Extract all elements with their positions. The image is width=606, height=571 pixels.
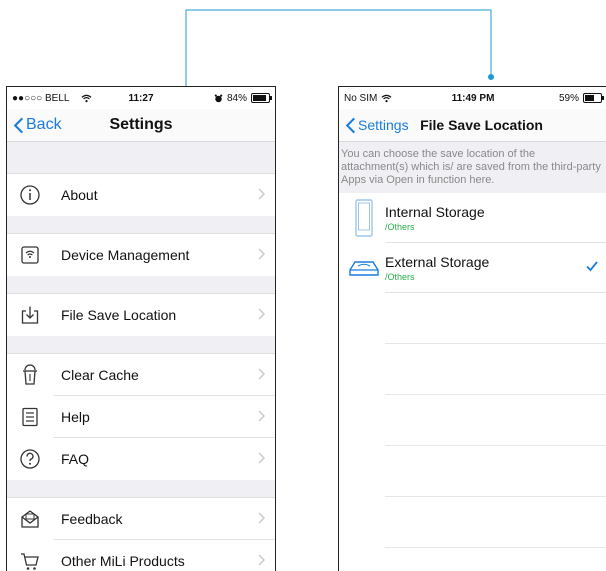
back-button[interactable]: Settings bbox=[339, 117, 409, 134]
info-icon bbox=[20, 185, 40, 205]
phone-icon bbox=[355, 199, 373, 237]
document-icon bbox=[22, 407, 38, 427]
empty-row bbox=[339, 293, 606, 344]
battery-icon bbox=[583, 93, 604, 103]
carrier-label: No SIM bbox=[344, 92, 378, 104]
back-button[interactable]: Back bbox=[7, 116, 62, 134]
checkmark-icon bbox=[586, 261, 598, 272]
settings-row-other-products[interactable]: Other MiLi Products bbox=[7, 540, 275, 571]
wifi-icon bbox=[381, 94, 392, 102]
download-icon bbox=[21, 306, 39, 324]
row-label: Clear Cache bbox=[61, 367, 139, 383]
empty-row bbox=[339, 497, 606, 548]
settings-row-file-save-location[interactable]: File Save Location bbox=[7, 294, 275, 336]
row-label: FAQ bbox=[61, 451, 90, 467]
mail-icon bbox=[21, 510, 39, 528]
settings-screen: ●●○○○ BELL 11:27 84% Back Settings About… bbox=[6, 86, 276, 571]
status-bar: No SIM 11:49 PM 59% bbox=[339, 87, 606, 109]
chevron-left-icon bbox=[345, 117, 356, 133]
settings-row-feedback[interactable]: Feedback bbox=[7, 498, 275, 540]
chevron-right-icon bbox=[258, 188, 265, 200]
row-label: File Save Location bbox=[61, 307, 177, 323]
chevron-right-icon bbox=[258, 308, 265, 320]
group-spacer bbox=[7, 480, 275, 498]
connector-end-dot bbox=[488, 74, 494, 80]
alarm-icon bbox=[214, 94, 223, 102]
storage-option-external[interactable]: External Storage /Others bbox=[339, 243, 606, 293]
empty-row bbox=[339, 446, 606, 497]
row-label: Other MiLi Products bbox=[61, 553, 185, 569]
option-subtitle: /Others bbox=[385, 272, 415, 282]
battery-percent: 59% bbox=[558, 92, 579, 104]
nav-bar: Settings File Save Location bbox=[339, 109, 606, 142]
device-icon bbox=[21, 246, 39, 264]
chevron-right-icon bbox=[258, 368, 265, 380]
option-title: External Storage bbox=[385, 254, 490, 270]
trash-icon bbox=[23, 364, 37, 385]
group-spacer bbox=[7, 276, 275, 294]
battery-percent: 84% bbox=[226, 92, 247, 104]
battery-icon bbox=[251, 93, 272, 103]
back-label: Settings bbox=[358, 117, 409, 133]
row-label: About bbox=[61, 187, 98, 203]
file-save-location-screen: No SIM 11:49 PM 59% Settings File Save L… bbox=[338, 86, 606, 571]
chevron-right-icon bbox=[258, 512, 265, 524]
chevron-right-icon bbox=[258, 410, 265, 422]
settings-row-device-management[interactable]: Device Management bbox=[7, 234, 275, 276]
option-title: Internal Storage bbox=[385, 204, 485, 220]
nav-bar: Back Settings bbox=[7, 109, 275, 142]
drive-icon bbox=[349, 261, 379, 276]
empty-row bbox=[339, 395, 606, 446]
storage-option-internal[interactable]: Internal Storage /Others bbox=[339, 193, 606, 243]
chevron-right-icon bbox=[258, 452, 265, 464]
option-subtitle: /Others bbox=[385, 222, 415, 232]
chevron-right-icon bbox=[258, 554, 265, 566]
chevron-right-icon bbox=[258, 248, 265, 260]
carrier-label: ●●○○○ BELL bbox=[12, 92, 70, 104]
settings-row-faq[interactable]: FAQ bbox=[7, 438, 275, 480]
group-spacer bbox=[7, 336, 275, 354]
settings-row-clear-cache[interactable]: Clear Cache bbox=[7, 354, 275, 396]
description-text: You can choose the save location of the … bbox=[339, 142, 606, 193]
group-spacer bbox=[7, 216, 275, 234]
row-label: Feedback bbox=[61, 511, 123, 527]
wifi-icon bbox=[81, 94, 92, 102]
empty-row bbox=[339, 344, 606, 395]
settings-row-help[interactable]: Help bbox=[7, 396, 275, 438]
row-label: Device Management bbox=[61, 247, 190, 263]
group-spacer bbox=[7, 142, 275, 174]
back-label: Back bbox=[26, 116, 62, 133]
cart-icon bbox=[21, 553, 39, 570]
status-bar: ●●○○○ BELL 11:27 84% bbox=[7, 87, 275, 109]
chevron-left-icon bbox=[13, 117, 24, 133]
settings-row-about[interactable]: About bbox=[7, 174, 275, 216]
question-icon bbox=[20, 449, 40, 469]
row-label: Help bbox=[61, 409, 90, 425]
